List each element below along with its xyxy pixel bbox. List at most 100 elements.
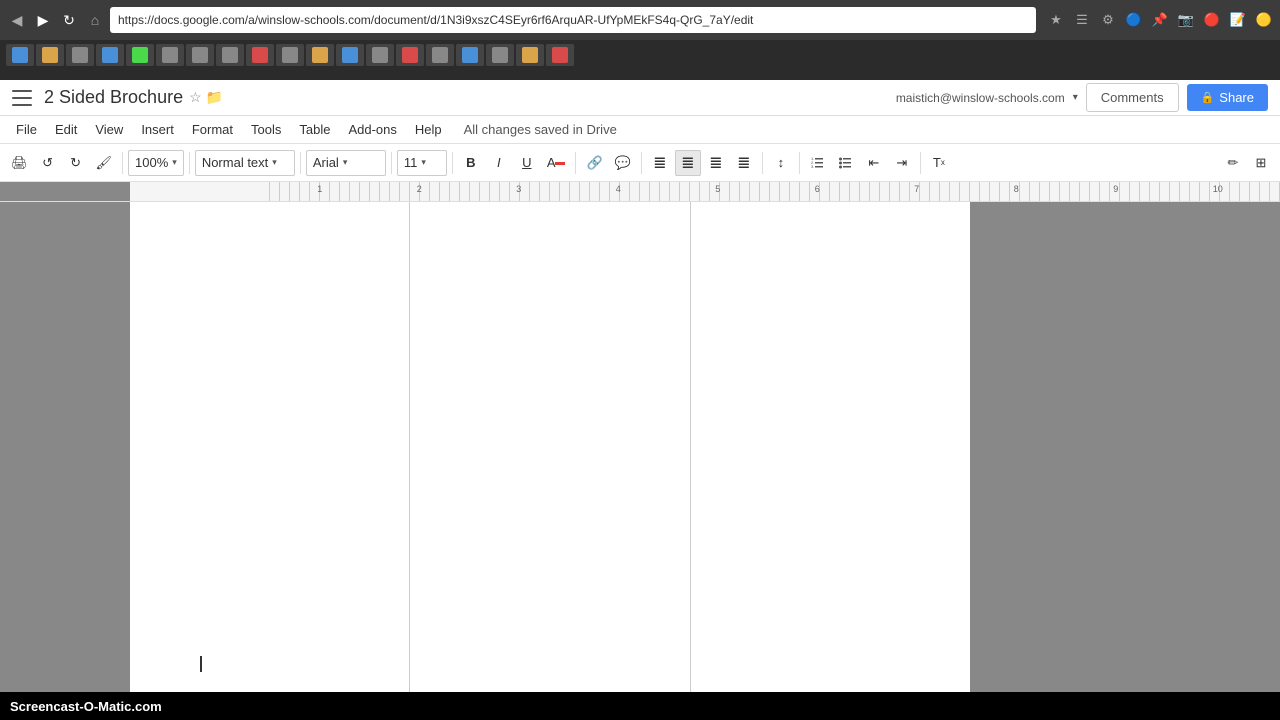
address-bar[interactable]: https://docs.google.com/a/winslow-school…	[110, 7, 1036, 33]
column-3[interactable]	[691, 202, 970, 692]
bookmark-item[interactable]	[426, 44, 454, 66]
menu-edit[interactable]: Edit	[47, 119, 85, 140]
font-size-dropdown[interactable]: 11 ▾	[397, 150, 447, 176]
paint-format-button[interactable]: 🖌	[91, 150, 118, 176]
menu-file[interactable]: File	[8, 119, 45, 140]
font-arrow: ▾	[343, 157, 348, 168]
align-center-button[interactable]: ≣	[675, 150, 701, 176]
toolbar-separator	[391, 152, 392, 174]
ruler-inner: 1 2 3 4 5 6 7 8 9 10	[260, 182, 1280, 201]
bookmark-star-icon[interactable]: ★	[1046, 10, 1066, 30]
line-spacing-button[interactable]: ↕	[768, 150, 794, 176]
bookmark-icon	[72, 47, 88, 63]
numbered-list-button[interactable]: 1. 2. 3.	[805, 150, 831, 176]
bookmark-item[interactable]	[186, 44, 214, 66]
menu-view[interactable]: View	[87, 119, 131, 140]
bookmark-item[interactable]	[36, 44, 64, 66]
expand-button[interactable]: ⊞	[1248, 150, 1274, 176]
align-right-button[interactable]: ≣	[703, 150, 729, 176]
edit-mode-button[interactable]: ✏	[1220, 150, 1246, 176]
zoom-value: 100%	[135, 155, 168, 170]
bookmark-item[interactable]	[396, 44, 424, 66]
menu-addons[interactable]: Add-ons	[340, 119, 404, 140]
bookmark-item[interactable]	[366, 44, 394, 66]
bookmark-item[interactable]	[276, 44, 304, 66]
bookmark-item[interactable]	[126, 44, 154, 66]
extensions-icon[interactable]: ⚙	[1098, 10, 1118, 30]
bookmark-item[interactable]	[246, 44, 274, 66]
bookmark-item[interactable]	[156, 44, 184, 66]
bookmark-item[interactable]	[216, 44, 244, 66]
undo-button[interactable]: ↺	[35, 150, 61, 176]
bookmark-icon	[312, 47, 328, 63]
forward-btn[interactable]: ▶	[32, 9, 54, 31]
refresh-btn[interactable]: ↻	[58, 9, 80, 31]
document-title[interactable]: 2 Sided Brochure	[44, 87, 183, 108]
numbered-list-icon: 1. 2. 3.	[811, 156, 825, 170]
bookmark-item[interactable]	[6, 44, 34, 66]
menu-bar: File Edit View Insert Format Tools Table…	[0, 116, 1280, 144]
column-2[interactable]	[410, 202, 690, 692]
comment-button[interactable]: 💬	[610, 150, 636, 176]
link-button[interactable]: 🔗	[581, 150, 607, 176]
ruler-num: 6	[815, 184, 820, 194]
font-value: Arial	[313, 155, 339, 170]
bookmark-icon	[492, 47, 508, 63]
bullet-list-button[interactable]	[833, 150, 859, 176]
toolbar-separator	[122, 152, 123, 174]
zoom-dropdown[interactable]: 100% ▾	[128, 150, 184, 176]
text-color-button[interactable]: A	[542, 150, 571, 176]
browser-icon-6[interactable]: 🟡	[1254, 10, 1274, 30]
bookmark-item[interactable]	[486, 44, 514, 66]
home-btn[interactable]: ⌂	[84, 9, 106, 31]
bookmark-item[interactable]	[66, 44, 94, 66]
style-dropdown[interactable]: Normal text ▾	[195, 150, 295, 176]
column-1[interactable]	[130, 202, 410, 692]
align-left-button[interactable]: ≣	[647, 150, 673, 176]
bookmark-item[interactable]	[546, 44, 574, 66]
browser-menu-icon[interactable]: ☰	[1072, 10, 1092, 30]
menu-help[interactable]: Help	[407, 119, 450, 140]
align-justify-button[interactable]: ≣	[731, 150, 757, 176]
browser-icon-2[interactable]: 📌	[1150, 10, 1170, 30]
bookmark-item[interactable]	[96, 44, 124, 66]
ruler-num: 5	[715, 184, 720, 194]
clear-format-button[interactable]: Tx	[926, 150, 952, 176]
document-page[interactable]	[130, 202, 970, 692]
decrease-indent-button[interactable]: ⇤	[861, 150, 887, 176]
folder-icon[interactable]: 📁	[206, 89, 223, 106]
italic-button[interactable]: I	[486, 150, 512, 176]
star-icon[interactable]: ☆	[189, 89, 202, 106]
ruler-num: 8	[1014, 184, 1019, 194]
hamburger-menu[interactable]	[12, 90, 32, 106]
browser-icons: ★ ☰ ⚙ 🔵 📌 📷 🔴 📝 🟡	[1046, 10, 1274, 30]
hamburger-line	[12, 90, 32, 92]
bookmark-item[interactable]	[456, 44, 484, 66]
bold-button[interactable]: B	[458, 150, 484, 176]
back-btn[interactable]: ◀	[6, 9, 28, 31]
font-dropdown[interactable]: Arial ▾	[306, 150, 386, 176]
browser-icon-4[interactable]: 🔴	[1202, 10, 1222, 30]
browser-icon-3[interactable]: 📷	[1176, 10, 1196, 30]
bookmark-item[interactable]	[516, 44, 544, 66]
bookmark-icon	[102, 47, 118, 63]
ruler-num: 7	[914, 184, 919, 194]
browser-icon-1[interactable]: 🔵	[1124, 10, 1144, 30]
menu-tools[interactable]: Tools	[243, 119, 289, 140]
increase-indent-button[interactable]: ⇥	[889, 150, 915, 176]
zoom-arrow: ▾	[172, 157, 177, 168]
comments-button[interactable]: Comments	[1086, 83, 1179, 112]
bookmark-item[interactable]	[306, 44, 334, 66]
underline-button[interactable]: U	[514, 150, 540, 176]
toolbar-separator	[575, 152, 576, 174]
redo-button[interactable]: ↻	[63, 150, 89, 176]
browser-icon-5[interactable]: 📝	[1228, 10, 1248, 30]
bookmark-icon	[432, 47, 448, 63]
menu-format[interactable]: Format	[184, 119, 241, 140]
print-button[interactable]: 🖨	[6, 150, 33, 176]
menu-table[interactable]: Table	[291, 119, 338, 140]
menu-insert[interactable]: Insert	[133, 119, 182, 140]
user-dropdown-arrow[interactable]: ▾	[1073, 92, 1078, 103]
bookmark-item[interactable]	[336, 44, 364, 66]
share-button[interactable]: 🔒 Share	[1187, 84, 1268, 111]
